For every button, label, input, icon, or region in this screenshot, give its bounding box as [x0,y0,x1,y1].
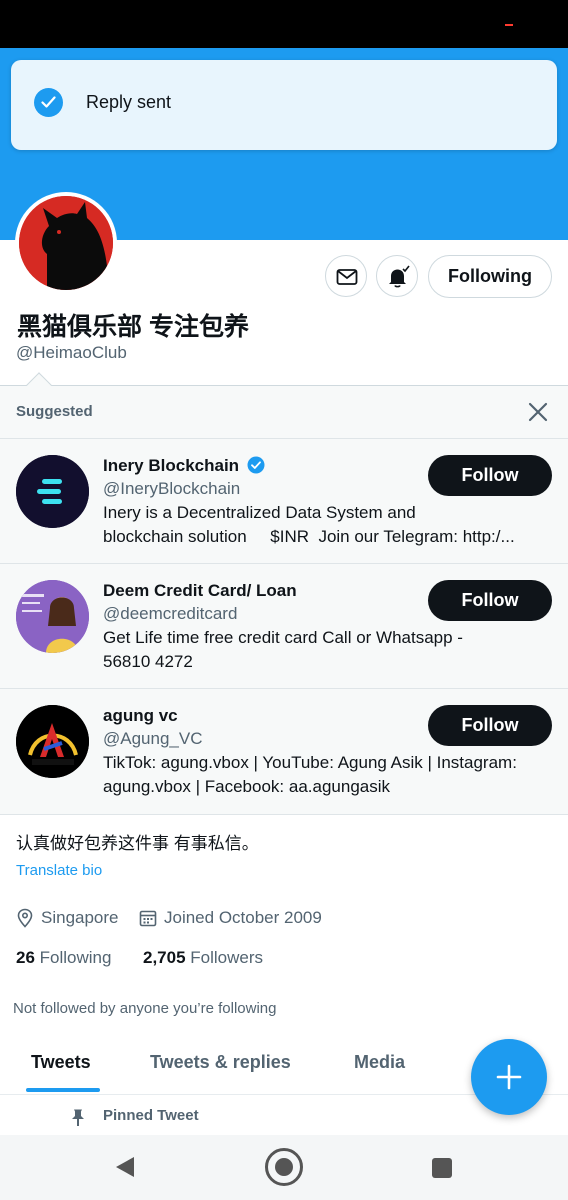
suggested-account-handle: @IneryBlockchain [103,479,241,498]
suggested-account-bio: Inery is a Decentralized Data System and… [103,503,515,546]
calendar-icon [139,910,157,927]
compose-tweet-button[interactable] [471,1039,547,1115]
check-icon [34,88,63,117]
notifications-button[interactable] [376,255,418,297]
follow-button[interactable]: Follow [428,705,552,746]
pinned-tweet-label: Pinned Tweet [103,1107,199,1124]
profile-display-name: 黑猫俱乐部 专注包养 [17,313,249,341]
notification-dot [505,24,513,26]
close-icon[interactable] [526,400,550,424]
suggested-divider [0,438,568,439]
suggested-divider [0,563,568,564]
back-icon[interactable] [114,1156,136,1178]
profile-handle: @HeimaoClub [16,343,127,362]
location-text: Singapore [41,908,119,927]
verified-badge-icon [247,456,265,474]
profile-avatar[interactable] [15,192,117,294]
follow-button[interactable]: Follow [428,455,552,496]
suggested-account-name[interactable]: Deem Credit Card/ Loan [103,581,297,601]
active-tab-indicator [26,1088,100,1092]
suggested-divider [0,814,568,815]
pin-icon [72,1109,84,1126]
suggested-account-name[interactable]: Inery Blockchain [103,456,265,476]
translate-bio-link[interactable]: Translate bio [16,862,102,879]
followers-count-link[interactable]: 2,705 Followers [143,948,263,968]
profile-bio: 认真做好包养这件事 有事私信。 [16,834,259,853]
home-button[interactable] [265,1148,303,1186]
inery-avatar[interactable] [16,455,89,528]
not-followed-notice: Not followed by anyone you’re following [13,1000,277,1017]
profile-joined-date: Joined October 2009 [139,908,322,928]
bell-check-icon [389,265,410,288]
suggested-account-bio: Get Life time free credit card Call or W… [103,628,463,671]
location-pin-icon [17,908,33,928]
tab-tweets-and-replies[interactable]: Tweets & replies [150,1052,291,1073]
profile-location: Singapore [16,908,119,928]
black-cat-avatar-image [19,196,113,290]
home-icon [275,1158,293,1176]
follow-button[interactable]: Follow [428,580,552,621]
mail-icon [336,269,358,285]
status-bar [0,0,568,48]
suggested-account-name[interactable]: agung vc [103,706,178,726]
suggested-account-bio: TikTok: agung.vbox | YouTube: Agung Asik… [103,753,517,796]
plus-icon [496,1064,522,1090]
toast-message: Reply sent [86,92,172,112]
recent-apps-button[interactable] [432,1158,452,1178]
suggested-account-handle: @deemcreditcard [103,604,238,623]
deem-credit-card-avatar[interactable] [16,580,89,653]
suggested-account-handle: @Agung_VC [103,729,203,748]
suggested-title: Suggested [16,403,93,420]
following-button[interactable]: Following [428,255,552,298]
tab-tweets[interactable]: Tweets [31,1052,91,1073]
joined-text: Joined October 2009 [164,908,322,927]
agung-vc-avatar[interactable] [16,705,89,778]
tab-media[interactable]: Media [354,1052,405,1073]
suggested-divider [0,688,568,689]
following-count-link[interactable]: 26 Following [16,948,111,968]
message-button[interactable] [325,255,367,297]
